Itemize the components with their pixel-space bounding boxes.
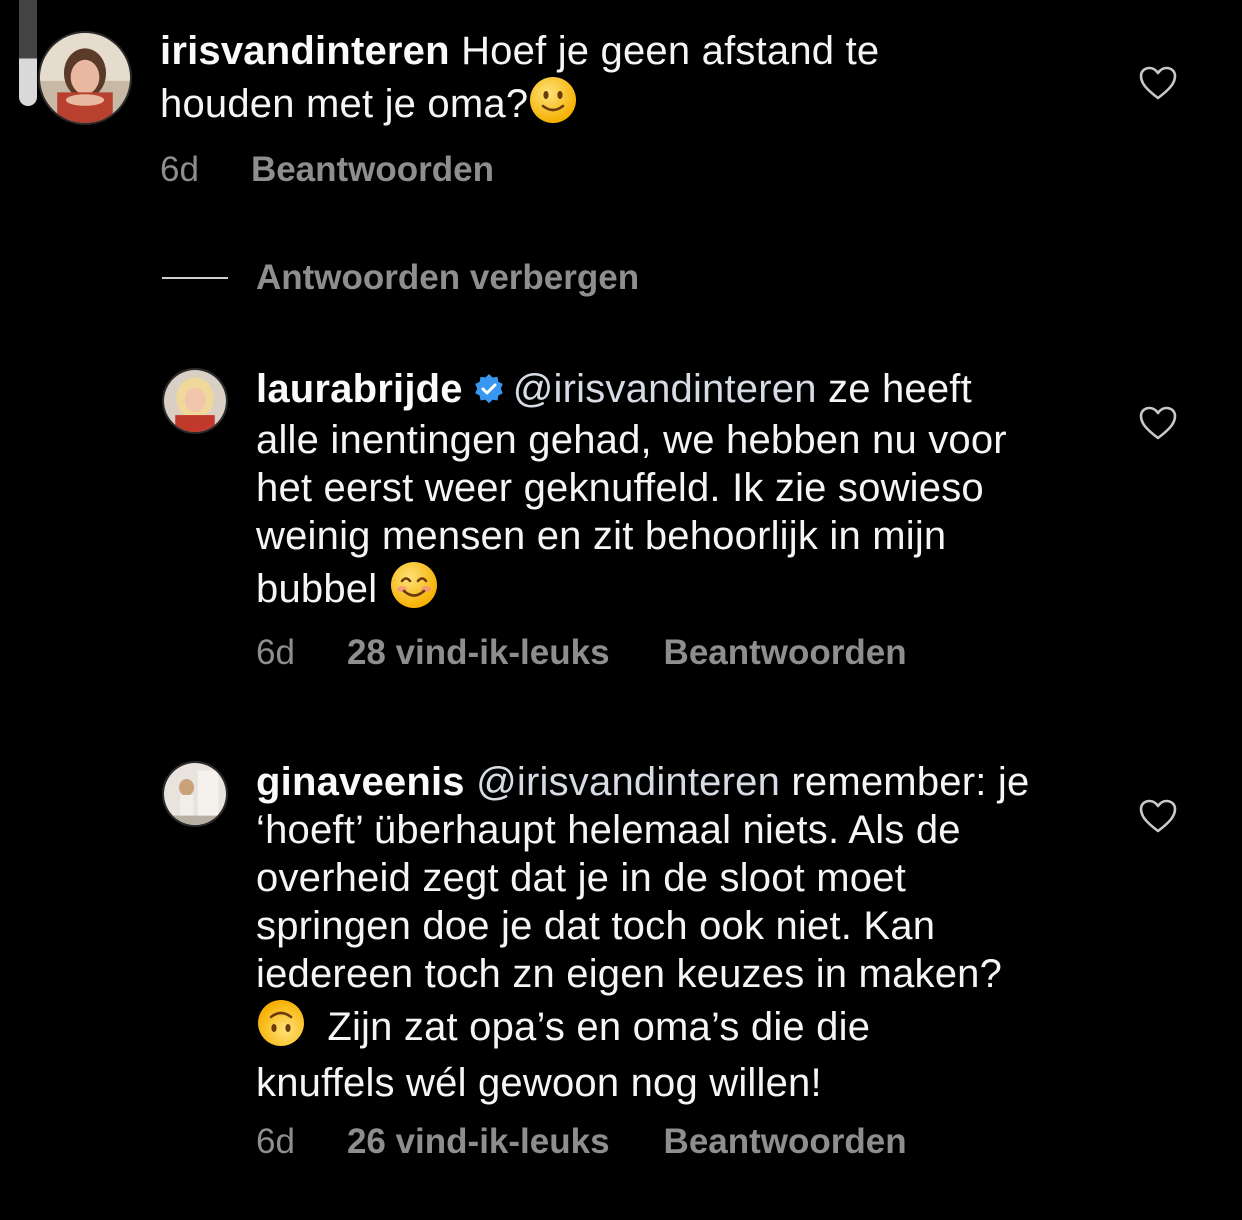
reply-text: remember: je	[791, 760, 1030, 804]
reply-time: 6d	[256, 1122, 295, 1161]
hide-replies-toggle[interactable]: Antwoorden verbergen	[162, 258, 639, 298]
heart-outline-icon[interactable]	[1138, 65, 1178, 101]
reply-text: knuffels wél gewoon nog willen!	[256, 1061, 822, 1105]
avatar-photo-icon	[164, 763, 226, 825]
reply-time: 6d	[256, 633, 295, 672]
reply-text: het eerst weer geknuffeld. Ik zie sowies…	[256, 466, 984, 510]
reply-button[interactable]: Beantwoorden	[664, 633, 907, 673]
scroll-indicator[interactable]	[19, 0, 37, 106]
comment-text: houden met je oma?	[160, 82, 529, 126]
heart-outline-icon[interactable]	[1138, 405, 1178, 441]
reply-text: alle inentingen gehad, we hebben nu voor	[256, 418, 1007, 462]
verified-badge-icon	[473, 368, 505, 416]
reply-text: iedereen toch zn eigen keuzes in maken?	[256, 952, 1003, 996]
divider	[162, 277, 228, 279]
reply-text: Zijn zat opa’s en oma’s die die	[327, 1005, 871, 1049]
reply-text: springen doe je dat toch ook niet. Kan	[256, 904, 936, 948]
avatar[interactable]	[38, 31, 132, 125]
reply-text: ze heeft	[828, 367, 972, 411]
username[interactable]: irisvandinteren	[160, 29, 450, 73]
likes-count[interactable]: 26 vind-ik-leuks	[347, 1122, 610, 1162]
reply-button[interactable]: Beantwoorden	[251, 150, 494, 190]
reply-text: weinig mensen en zit behoorlijk in mijn	[256, 514, 947, 558]
smiling-face-with-smiling-eyes-icon	[389, 560, 439, 621]
avatar[interactable]	[162, 761, 228, 827]
username[interactable]: ginaveenis	[256, 760, 465, 804]
avatar-photo-icon	[40, 33, 130, 123]
mention-link[interactable]: @irisvandinteren	[513, 367, 817, 411]
username[interactable]: laurabrijde	[256, 367, 463, 411]
upside-down-face-icon	[256, 998, 306, 1059]
likes-count[interactable]: 28 vind-ik-leuks	[347, 633, 610, 673]
reply-text: overheid zegt dat je in de sloot moet	[256, 856, 907, 900]
avatar[interactable]	[162, 368, 228, 434]
hide-replies-label: Antwoorden verbergen	[256, 258, 640, 297]
comment-time: 6d	[160, 150, 199, 189]
mention-link[interactable]: @irisvandinteren	[476, 760, 780, 804]
comment-text: Hoef je geen afstand te	[461, 29, 880, 73]
slightly-smiling-face-icon	[528, 75, 578, 136]
reply-text: bubbel	[256, 567, 378, 611]
avatar-photo-icon	[164, 370, 226, 432]
reply-text: ‘hoeft’ überhaupt helemaal niets. Als de	[256, 808, 961, 852]
reply-button[interactable]: Beantwoorden	[664, 1122, 907, 1162]
heart-outline-icon[interactable]	[1138, 798, 1178, 834]
